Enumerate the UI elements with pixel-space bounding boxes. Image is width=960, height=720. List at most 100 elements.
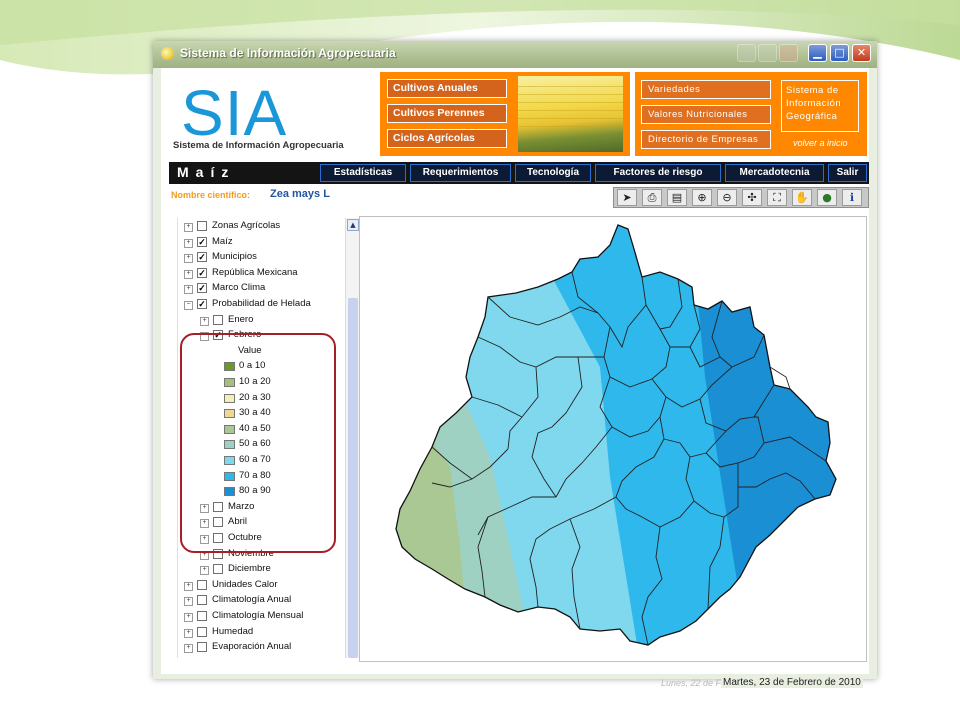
info-icon: ℹ <box>849 191 855 204</box>
layer-checkbox[interactable] <box>197 642 207 653</box>
close-button[interactable]: ✕ <box>852 44 871 62</box>
collapse-icon[interactable]: − <box>184 301 193 310</box>
zoom-extent-icon: ✣ <box>747 191 757 204</box>
expand-icon[interactable]: + <box>184 597 193 607</box>
valores-nutricionales-button[interactable]: Valores Nutricionales <box>641 105 771 124</box>
globe-tool[interactable]: ● <box>817 189 837 206</box>
close-icon: ✕ <box>856 46 867 59</box>
layer-checkbox[interactable] <box>213 564 223 575</box>
cultivos-perennes-button[interactable]: Cultivos Perennes <box>387 104 507 123</box>
maximize-button[interactable]: □ <box>830 44 849 62</box>
pan-tool[interactable]: ✋ <box>792 189 812 206</box>
tree-item[interactable]: + Humedad <box>178 626 342 641</box>
tree-item[interactable]: + Climatología Anual <box>178 594 342 609</box>
sig-button[interactable]: Sistema de Información Geográfica <box>781 80 859 132</box>
layer-checkbox[interactable]: ✓ <box>197 252 207 263</box>
ghost-maximize-button <box>758 44 777 62</box>
tecnologia-button[interactable]: Tecnología <box>515 164 591 182</box>
layer-checkbox[interactable]: ✓ <box>197 267 207 278</box>
info-menu-panel: Variedades Valores Nutricionales Directo… <box>635 72 867 156</box>
expand-icon[interactable]: + <box>184 644 193 654</box>
document-tool[interactable]: ▤ <box>667 189 687 206</box>
factores-riesgo-button[interactable]: Factores de riesgo <box>595 164 721 182</box>
layer-checkbox[interactable] <box>197 626 207 637</box>
tree-item[interactable]: + Evaporación Anual <box>178 641 342 656</box>
expand-icon[interactable]: + <box>184 285 193 295</box>
corn-image <box>518 76 623 152</box>
map-toolbar: ➤ ⎙ ▤ ⊕ ⊖ ✣ ⛶ ✋ ● ℹ <box>613 187 869 208</box>
layer-checkbox[interactable] <box>197 221 207 231</box>
document-icon: ▤ <box>671 191 683 204</box>
zoom-out-tool[interactable]: ⊖ <box>717 189 737 206</box>
zoom-out-icon: ⊖ <box>722 191 732 204</box>
layer-checkbox[interactable] <box>213 314 223 325</box>
tree-item[interactable]: + ✓ Municipios <box>178 251 342 266</box>
tree-item-label: Climatología Mensual <box>212 610 304 621</box>
expand-icon[interactable]: + <box>200 566 209 576</box>
tree-item[interactable]: + Climatología Mensual <box>178 610 342 625</box>
cultivos-anuales-button[interactable]: Cultivos Anuales <box>387 79 507 98</box>
ciclos-agricolas-button[interactable]: Ciclos Agrícolas <box>387 129 507 148</box>
layer-checkbox[interactable]: ✓ <box>197 283 207 294</box>
expand-icon[interactable]: + <box>184 269 193 279</box>
expand-icon[interactable]: + <box>184 613 193 622</box>
tree-item[interactable]: + Enero <box>178 314 342 329</box>
mercadotecnia-button[interactable]: Mercadotecnia <box>725 164 824 182</box>
tree-item[interactable]: + ✓ Marco Clima <box>178 282 342 297</box>
status-bar: Lunes, 22 de Febrero de 2010 Martes, 23 … <box>661 677 871 692</box>
full-extent-icon: ⛶ <box>773 191 781 204</box>
tree-item[interactable]: + ✓ República Mexicana <box>178 267 342 282</box>
layer-checkbox[interactable] <box>197 611 207 621</box>
full-extent-tool[interactable]: ⛶ <box>767 189 787 206</box>
tree-item-label: Evaporación Anual <box>212 641 292 653</box>
sig-line: Información <box>786 98 842 109</box>
layer-checkbox[interactable]: ✓ <box>197 236 207 247</box>
ghost-minimize-button <box>737 44 756 62</box>
pointer-tool[interactable]: ➤ <box>617 189 637 206</box>
tree-item[interactable]: + Unidades Calor <box>178 579 342 594</box>
app-icon <box>161 47 174 60</box>
tree-item[interactable]: + Diciembre <box>178 563 342 578</box>
print-tool[interactable]: ⎙ <box>642 189 662 206</box>
zoom-in-tool[interactable]: ⊕ <box>692 189 712 206</box>
variedades-button[interactable]: Variedades <box>641 80 771 99</box>
layer-checkbox[interactable] <box>197 579 207 590</box>
crop-title: Maíz <box>177 164 236 180</box>
expand-icon[interactable]: + <box>184 628 193 638</box>
crop-navbar: Maíz Estadísticas Requerimientos Tecnolo… <box>169 162 869 184</box>
tree-item-label: Zonas Agrícolas <box>212 220 281 231</box>
expand-icon[interactable]: + <box>200 316 209 326</box>
salir-button[interactable]: Salir <box>828 164 867 182</box>
tree-item[interactable]: + ✓ Maíz <box>178 236 342 251</box>
scroll-up-button[interactable]: ▲ <box>347 219 359 231</box>
minimize-button[interactable]: ▁ <box>808 44 827 62</box>
scientific-name-label: Nombre científico: <box>171 190 251 200</box>
tree-item-label: República Mexicana <box>212 266 298 278</box>
requerimientos-button[interactable]: Requerimientos <box>410 164 511 182</box>
zoom-extent-tool[interactable]: ✣ <box>742 189 762 206</box>
map-view[interactable] <box>359 216 867 662</box>
info-tool[interactable]: ℹ <box>842 189 862 206</box>
expand-icon[interactable]: + <box>184 223 193 232</box>
tree-item-label: Marco Clima <box>212 282 266 294</box>
expand-icon[interactable]: + <box>184 254 193 264</box>
tree-item-label: Enero <box>228 313 254 325</box>
legend-highlight-circle <box>180 333 336 553</box>
scientific-name-value: Zea mays L <box>270 188 330 200</box>
ghost-close-button <box>779 44 798 62</box>
globe-icon: ● <box>822 191 832 204</box>
status-date: Martes, 23 de Febrero de 2010 <box>721 677 863 688</box>
estadisticas-button[interactable]: Estadísticas <box>320 164 406 182</box>
layer-tree-scrollbar[interactable]: ▲ <box>345 218 360 658</box>
tree-item[interactable]: + Zonas Agrícolas <box>178 220 342 235</box>
expand-icon[interactable]: + <box>184 581 193 591</box>
layer-checkbox[interactable] <box>197 595 207 606</box>
volver-link[interactable]: volver a inicio <box>793 138 848 148</box>
directorio-empresas-button[interactable]: Directorio de Empresas <box>641 130 771 149</box>
tree-item-label: Humedad <box>212 625 254 637</box>
expand-icon[interactable]: + <box>184 238 193 248</box>
sia-logo: SIA <box>181 77 288 149</box>
tree-item[interactable]: − ✓ Probabilidad de Helada <box>178 298 342 313</box>
scroll-thumb[interactable] <box>348 298 358 658</box>
layer-checkbox[interactable]: ✓ <box>197 299 207 309</box>
